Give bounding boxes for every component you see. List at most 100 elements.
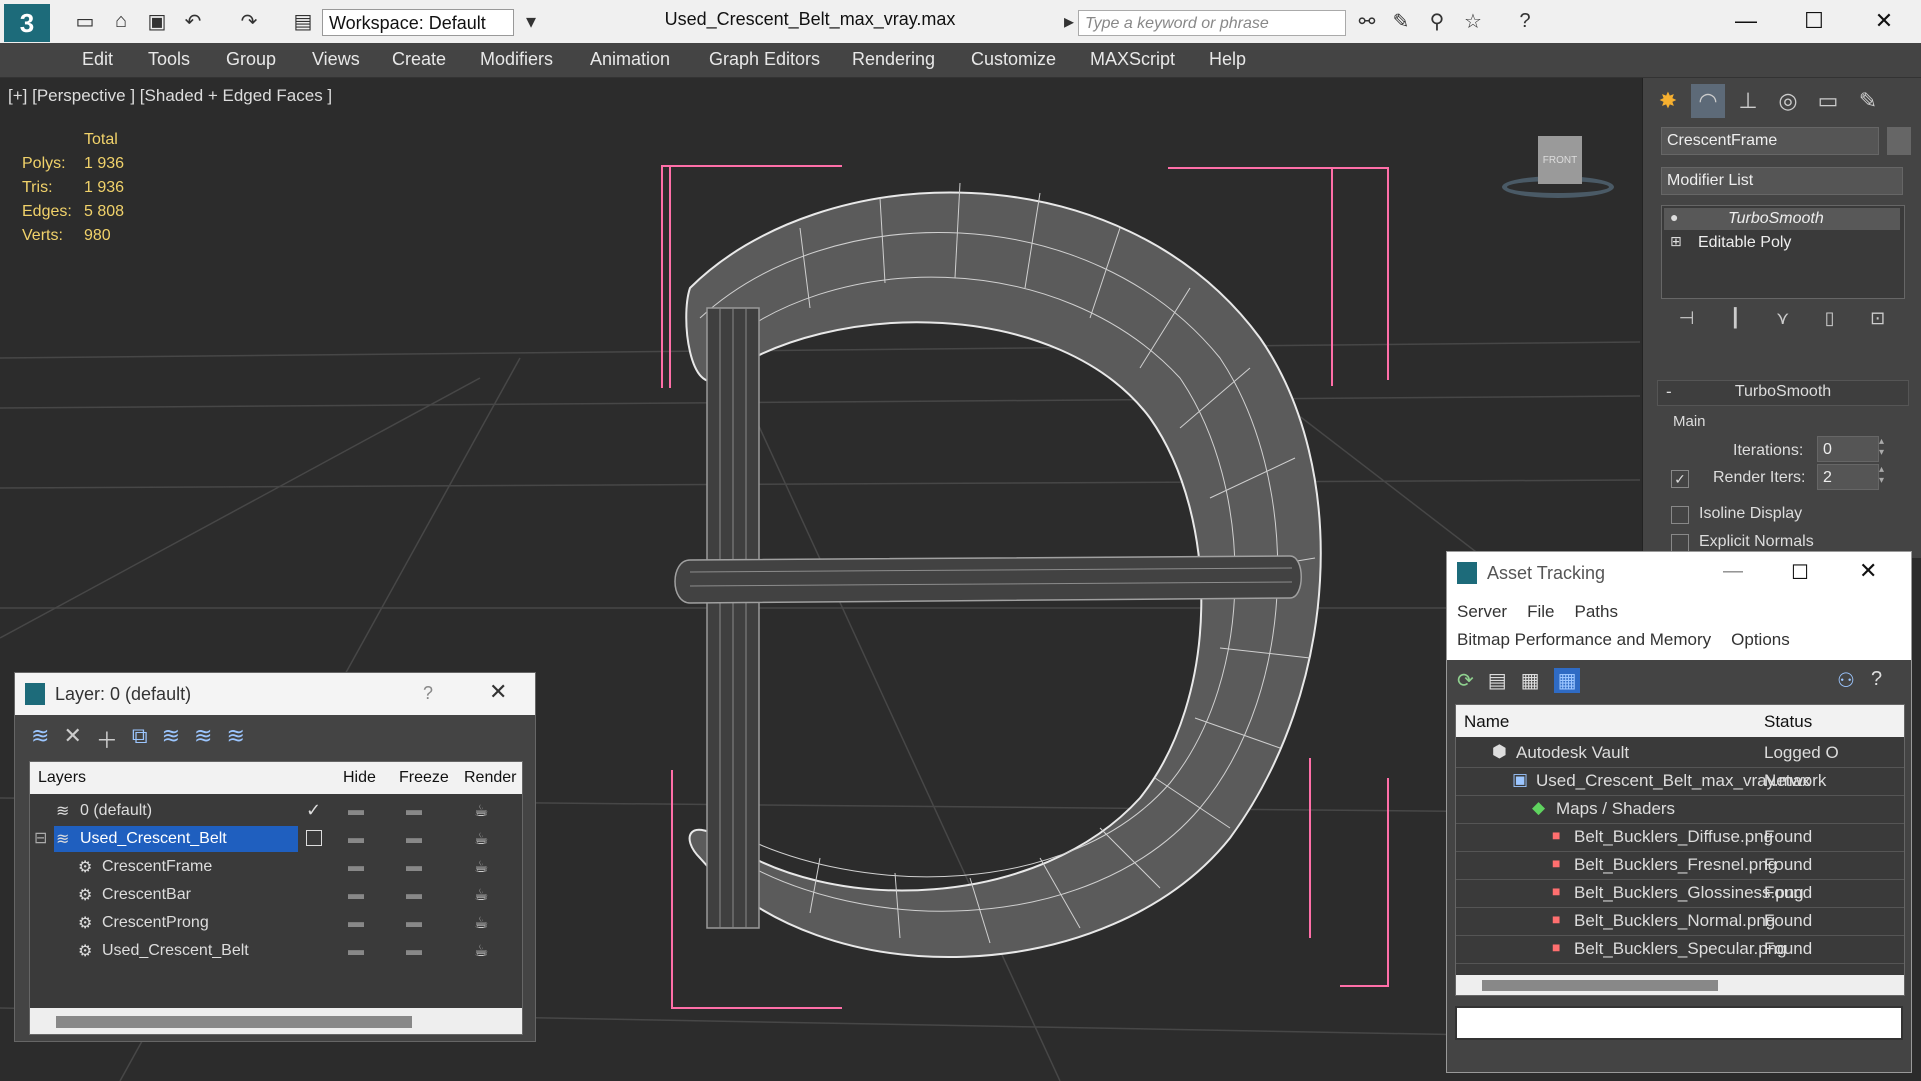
layer-dialog-titlebar[interactable]: Layer: 0 (default) ? ✕	[15, 673, 535, 715]
explicit-normals-checkbox[interactable]	[1671, 534, 1689, 552]
freeze-toggle[interactable]: ▬	[406, 802, 422, 820]
asset-row[interactable]: ■ Belt_Bucklers_Fresnel.png Found	[1456, 851, 1904, 880]
menu-graph-editors[interactable]: Graph Editors	[709, 49, 820, 70]
close-icon[interactable]: ✕	[1864, 6, 1904, 36]
hide-toggle[interactable]: ▬	[348, 802, 364, 820]
current-layer-check-icon[interactable]: ✓	[306, 800, 321, 821]
render-teapot-icon[interactable]: ☕	[474, 829, 488, 849]
create-tab-icon[interactable]: ✸	[1651, 84, 1685, 118]
asset-row[interactable]: ■ Belt_Bucklers_Diffuse.png Found	[1456, 823, 1904, 852]
hide-toggle[interactable]: ▬	[348, 942, 364, 960]
spinner-arrows-icon[interactable]: ▴ ▾	[1879, 436, 1893, 462]
configure-sets-icon[interactable]: ⊡	[1870, 308, 1885, 338]
hide-all-layers-icon[interactable]: ≋	[194, 723, 212, 757]
menu-server[interactable]: Server	[1457, 602, 1507, 622]
expand-plus-icon[interactable]: ⊞	[1670, 233, 1682, 250]
table-view-icon[interactable]: ▦	[1553, 668, 1581, 693]
help-icon[interactable]: ?	[1512, 8, 1538, 34]
freeze-toggle[interactable]: ▬	[406, 858, 422, 876]
menu-options[interactable]: Options	[1731, 630, 1790, 650]
turbosmooth-rollout-header[interactable]: - TurboSmooth	[1657, 380, 1909, 406]
menu-help[interactable]: Help	[1209, 49, 1246, 70]
column-render[interactable]: Render	[464, 769, 516, 787]
hide-toggle[interactable]: ▬	[348, 914, 364, 932]
modifier-list-dropdown[interactable]: Modifier List	[1661, 167, 1903, 195]
render-iters-spinner[interactable]: 2	[1817, 464, 1879, 490]
hide-toggle[interactable]: ▬	[348, 830, 364, 848]
freeze-all-layers-icon[interactable]: ≋	[226, 723, 244, 757]
pin-stack-icon[interactable]: ⊣	[1679, 308, 1695, 338]
vault-help-icon[interactable]: ⚇	[1837, 668, 1855, 693]
select-objects-icon[interactable]: ⧉	[132, 723, 148, 757]
menu-views[interactable]: Views	[312, 49, 360, 70]
layer-row-default[interactable]: ≋ 0 (default) ✓ ▬ ▬ ☕	[30, 798, 520, 826]
list-view-icon[interactable]: ▤	[1488, 668, 1507, 693]
freeze-toggle[interactable]: ▬	[406, 830, 422, 848]
asset-row[interactable]: ⬢ Autodesk Vault Logged O	[1456, 739, 1904, 768]
column-layers[interactable]: Layers	[38, 769, 86, 787]
minimize-icon[interactable]: —	[1723, 560, 1743, 583]
refresh-icon[interactable]: ⟳	[1457, 668, 1474, 693]
spinner-arrows-icon[interactable]: ▴ ▾	[1879, 464, 1893, 490]
menu-group[interactable]: Group	[226, 49, 276, 70]
thumbnail-view-icon[interactable]: ▦	[1521, 668, 1540, 693]
maximize-icon[interactable]: ☐	[1794, 6, 1834, 36]
render-teapot-icon[interactable]: ☕	[474, 857, 488, 877]
close-icon[interactable]: ✕	[1859, 558, 1877, 584]
menu-customize[interactable]: Customize	[971, 49, 1056, 70]
minimize-icon[interactable]: —	[1726, 6, 1766, 36]
help-button[interactable]: ?	[423, 683, 433, 704]
favorites-star-icon[interactable]: ☆	[1460, 8, 1486, 34]
motion-tab-icon[interactable]: ◎	[1771, 84, 1805, 118]
layer-row-crescentframe[interactable]: ⚙ CrescentFrame ▬ ▬ ☕	[30, 854, 520, 882]
lightbulb-icon[interactable]: ●	[1670, 209, 1678, 225]
iterations-spinner[interactable]: 0	[1817, 436, 1879, 462]
menu-bitmap-performance[interactable]: Bitmap Performance and Memory	[1457, 630, 1711, 650]
column-hide[interactable]: Hide	[343, 769, 376, 787]
viewport-label[interactable]: [+] [Perspective ] [Shaded + Edged Faces…	[8, 86, 332, 106]
column-name[interactable]: Name	[1464, 712, 1509, 732]
tools-icon[interactable]: ✎	[1388, 8, 1414, 34]
remove-modifier-icon[interactable]: ▯	[1825, 308, 1835, 338]
utilities-tab-icon[interactable]: ✎	[1851, 84, 1885, 118]
freeze-toggle[interactable]: ▬	[406, 942, 422, 960]
sign-in-icon[interactable]: ⚲	[1424, 8, 1450, 34]
maximize-icon[interactable]: ☐	[1791, 560, 1809, 585]
create-layer-icon[interactable]: ≋	[31, 723, 49, 757]
column-freeze[interactable]: Freeze	[399, 769, 449, 787]
highlight-layer-icon[interactable]: ≋	[162, 723, 180, 757]
menu-maxscript[interactable]: MAXScript	[1090, 49, 1175, 70]
freeze-toggle[interactable]: ▬	[406, 914, 422, 932]
asset-row[interactable]: ◆ Maps / Shaders	[1456, 795, 1904, 824]
binoculars-icon[interactable]: ⚯	[1354, 8, 1380, 34]
hierarchy-tab-icon[interactable]: ⊥	[1731, 84, 1765, 118]
hide-toggle[interactable]: ▬	[348, 886, 364, 904]
object-color-swatch[interactable]	[1887, 127, 1911, 155]
add-to-layer-icon[interactable]: ＋	[96, 723, 118, 757]
layer-row-used-crescent-belt[interactable]: ⊟ ≋ Used_Crescent_Belt ▬ ▬ ☕	[30, 826, 520, 854]
scrollbar-thumb[interactable]	[56, 1016, 412, 1028]
menu-animation[interactable]: Animation	[590, 49, 670, 70]
render-teapot-icon[interactable]: ☕	[474, 801, 488, 821]
isoline-display-checkbox[interactable]	[1671, 506, 1689, 524]
render-teapot-icon[interactable]: ☕	[474, 941, 488, 961]
menu-paths[interactable]: Paths	[1574, 602, 1617, 622]
viewcube-front-face[interactable]: FRONT	[1538, 136, 1582, 184]
horizontal-scrollbar[interactable]	[30, 1008, 522, 1034]
delete-layer-icon[interactable]: ✕	[63, 723, 81, 757]
viewcube[interactable]: FRONT	[1502, 136, 1618, 206]
make-unique-icon[interactable]: ⋎	[1776, 308, 1789, 338]
help-icon[interactable]: ?	[1871, 668, 1882, 691]
asset-path-field[interactable]	[1455, 1006, 1903, 1040]
asset-row[interactable]: ▣ Used_Crescent_Belt_max_vray.max Networ…	[1456, 767, 1904, 796]
horizontal-scrollbar[interactable]	[1456, 975, 1904, 995]
show-end-result-icon[interactable]: ┃	[1730, 308, 1741, 338]
render-teapot-icon[interactable]: ☕	[474, 913, 488, 933]
asset-dialog-titlebar[interactable]: Asset Tracking — ☐ ✕	[1447, 552, 1911, 592]
search-input[interactable]: Type a keyword or phrase	[1078, 10, 1346, 36]
collapse-minus-icon[interactable]: ⊟	[34, 828, 47, 848]
asset-row[interactable]: ■ Belt_Bucklers_Glossiness.png Found	[1456, 879, 1904, 908]
layer-row-crescentprong[interactable]: ⚙ CrescentProng ▬ ▬ ☕	[30, 910, 520, 938]
asset-row[interactable]: ■ Belt_Bucklers_Specular.png Found	[1456, 935, 1904, 964]
menu-file[interactable]: File	[1527, 602, 1554, 622]
